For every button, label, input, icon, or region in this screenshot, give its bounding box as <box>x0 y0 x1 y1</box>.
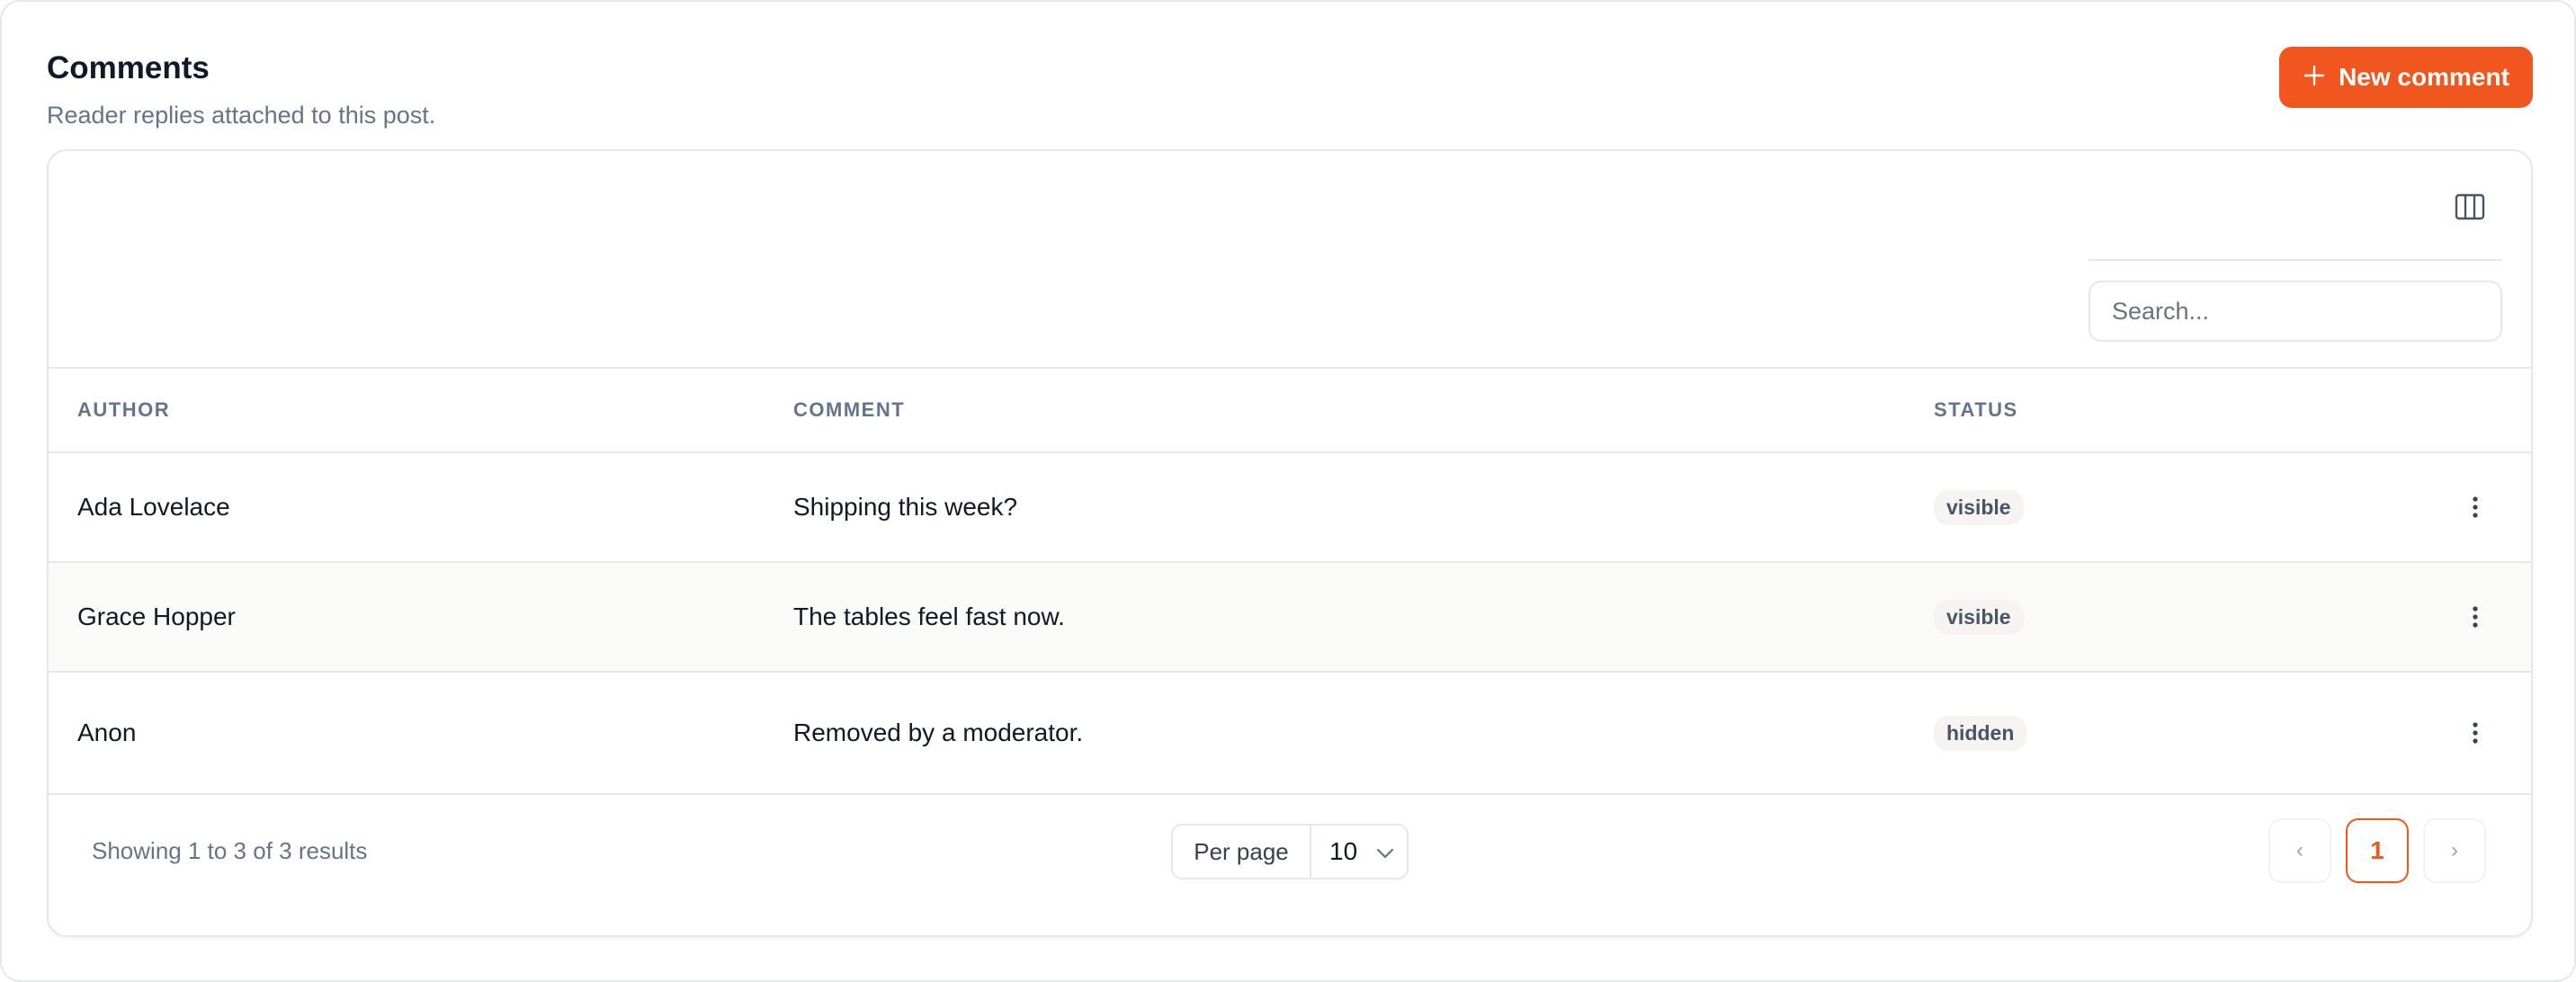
page-subtitle: Reader replies attached to this post. <box>47 102 436 129</box>
author-cell: Ada Lovelace <box>77 493 230 521</box>
page-frame: Comments Reader replies attached to this… <box>0 0 2576 982</box>
page-title: Comments <box>47 50 210 85</box>
table-header: AUTHOR COMMENT STATUS <box>49 367 2531 453</box>
comment-cell: Removed by a moderator. <box>793 719 1084 746</box>
search-input[interactable] <box>2089 281 2502 342</box>
comment-cell: Shipping this week? <box>793 493 1018 521</box>
status-badge: visible <box>1934 599 2024 635</box>
more-vertical-icon[interactable] <box>2464 453 2486 561</box>
status-badge: visible <box>1934 489 2024 525</box>
results-summary: Showing 1 to 3 of 3 results <box>92 836 368 864</box>
pagination: ‹ 1 › <box>2268 818 2486 883</box>
column-header-comment[interactable]: COMMENT <box>793 369 905 451</box>
column-header-status[interactable]: STATUS <box>1934 369 2018 451</box>
columns-icon[interactable] <box>2454 192 2486 221</box>
more-vertical-icon[interactable] <box>2464 673 2486 793</box>
plus-icon <box>2303 62 2326 93</box>
comment-cell: The tables feel fast now. <box>793 603 1065 630</box>
chevron-down-icon <box>1375 837 1395 866</box>
status-badge: hidden <box>1934 715 2027 751</box>
new-comment-button[interactable]: New comment <box>2279 47 2533 108</box>
table-row[interactable]: Ada Lovelace Shipping this week? visible <box>49 453 2531 563</box>
status-cell: visible <box>1934 453 2024 561</box>
author-cell: Grace Hopper <box>77 603 236 630</box>
table-footer: Showing 1 to 3 of 3 results Per page 10 … <box>49 795 2531 935</box>
previous-page-button[interactable]: ‹ <box>2268 818 2331 883</box>
per-page-value: 10 <box>1329 837 1358 865</box>
status-cell: visible <box>1934 563 2024 671</box>
author-cell: Anon <box>77 719 137 746</box>
toolbar-divider <box>2089 259 2502 261</box>
column-header-author[interactable]: AUTHOR <box>77 369 170 451</box>
comments-table-card: AUTHOR COMMENT STATUS Ada Lovelace Shipp… <box>47 149 2533 937</box>
table-row[interactable]: Grace Hopper The tables feel fast now. v… <box>49 563 2531 673</box>
per-page-control: Per page 10 <box>1171 824 1409 879</box>
more-vertical-icon[interactable] <box>2464 563 2486 671</box>
page-header: Comments Reader replies attached to this… <box>47 47 2533 138</box>
next-page-button[interactable]: › <box>2423 818 2486 883</box>
new-comment-label: New comment <box>2339 63 2509 91</box>
page-button-current[interactable]: 1 <box>2346 818 2409 883</box>
per-page-label: Per page <box>1173 826 1311 878</box>
table-row[interactable]: Anon Removed by a moderator. hidden <box>49 673 2531 795</box>
status-cell: hidden <box>1934 673 2027 793</box>
per-page-select[interactable]: 10 <box>1311 826 1407 878</box>
